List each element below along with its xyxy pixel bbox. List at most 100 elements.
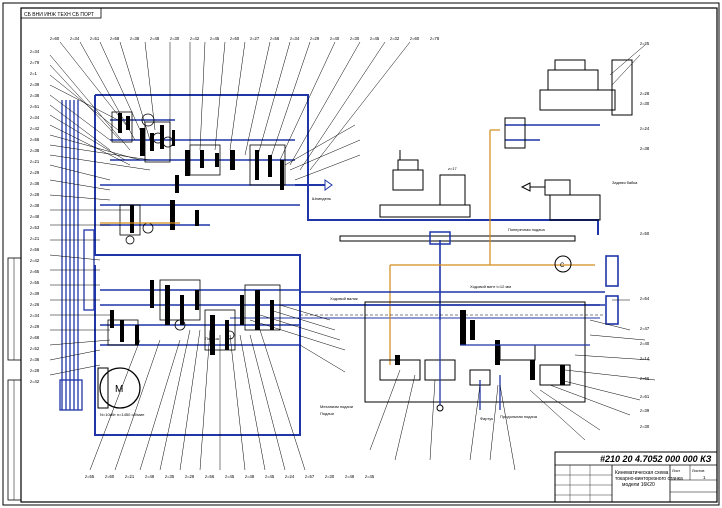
bottom_labels-label: z=57 (305, 474, 315, 479)
motor-symbol: М (115, 384, 123, 395)
top_labels-label: z=60 (410, 36, 420, 41)
feed-rod-label: Ходовой валик (330, 296, 358, 301)
left_labels-label: z=34 (30, 313, 40, 318)
top_labels-label: z=40 (330, 36, 340, 41)
right_labels-label: z=64 (640, 296, 650, 301)
cross-feed-label: Поперечная подача (508, 227, 545, 232)
left_labels-label: z=51 (30, 104, 40, 109)
apron-label: Фартук (480, 416, 493, 421)
top-callout-labels: z=60 z=34 z=51 z=68 z=38 z=48 z=30 z=42 z=45 z=60… (50, 36, 440, 41)
left_labels-label: z=42 (30, 126, 40, 131)
spindle-output: Шпиндель (295, 179, 333, 201)
mechanism-feed-label-2: Подачи (320, 411, 334, 416)
top-stamp-text: СБ ВНИ ИНЖ ТЕХН СБ ПОРТ (24, 12, 94, 18)
left-strip-upper (7, 257, 22, 361)
apron-housing (364, 301, 586, 403)
bottom_labels-label: z=48 (345, 474, 355, 479)
bottom_labels-label: z=48 (145, 474, 155, 479)
tailstock-label: Задняя бабка (612, 180, 638, 185)
left_labels-label: z=42 (30, 379, 40, 384)
kinematic-diagram-sheet: СБ ВНИ ИНЖ ТЕХН СБ ПОРТ М N=10кВт n=1450… (2, 2, 720, 506)
right_labels-label: z=50 (640, 231, 650, 236)
sheets-label: Листов (692, 469, 704, 473)
spindle-label: Шпиндель (312, 196, 331, 201)
bottom_labels-label: z=60 (105, 474, 115, 479)
handwheel (436, 404, 444, 412)
right_labels-label: z=24 (640, 126, 650, 131)
right_labels-label: z=40 (640, 341, 650, 346)
left_labels-label: z=39 (30, 82, 40, 87)
left_labels-label: z=34 (30, 115, 40, 120)
left_labels-label: z=53 (30, 225, 40, 230)
cross-slide-rail (339, 235, 576, 242)
left_labels-label: z=28 (30, 368, 40, 373)
left_labels-label: z=65 (30, 269, 40, 274)
left_labels-label: z=29 (30, 170, 40, 175)
right-callout-labels: z=25 z=28 z=30 z=24 z=38 z=50 z=64 z=47 z=40 z=14… (640, 41, 650, 429)
tool-feed-label: Подача (205, 336, 220, 341)
lead-screw-feed-rod: Ходовой валик Ходовой винт t=12 мм (300, 284, 605, 316)
motor-c-label: C (560, 263, 565, 269)
top_labels-label: z=48 (150, 36, 160, 41)
top_labels-label: z=45 (210, 36, 220, 41)
left_labels-label: z=38 (30, 93, 40, 98)
left_labels-label: z=68 (30, 335, 40, 340)
top_labels-label: z=38 (130, 36, 140, 41)
right_labels-label: z=30 (640, 424, 650, 429)
left-strip-lower (7, 379, 22, 501)
right-change-gears: C (554, 255, 619, 325)
left_labels-label: z=38 (30, 203, 40, 208)
mechanism-feed-label: Механизм подачи (320, 404, 353, 409)
left_labels-label: z=38 (30, 181, 40, 186)
left_labels-label: z=39 (30, 291, 40, 296)
left_labels-label: z=29 (30, 324, 40, 329)
right_labels-label: z=61 (640, 394, 650, 399)
sheet-number: 1 (703, 475, 706, 480)
bottom_labels-label: z=45 (225, 474, 235, 479)
top_labels-label: z=42 (190, 36, 200, 41)
left_labels-label: z=36 (30, 357, 40, 362)
top_labels-label: z=45 (370, 36, 380, 41)
bottom_labels-label: z=48 (245, 474, 255, 479)
top_labels-label: z=29 (310, 36, 320, 41)
top_labels-label: z=32 (390, 36, 400, 41)
top_labels-label: z=60 (50, 36, 60, 41)
left_labels-label: z=79 (30, 60, 40, 65)
right_labels-label: z=25 (640, 41, 650, 46)
left_labels-label: z=26 (30, 302, 40, 307)
tailstock (520, 179, 601, 221)
left_labels-label: z=42 (30, 258, 40, 263)
bottom_labels-label: z=45 (365, 474, 375, 479)
tool-post-label: z=17 (448, 166, 458, 171)
left_labels-label: z=21 (30, 159, 40, 164)
top_labels-label: z=27 (250, 36, 260, 41)
sheet-label: Лист (672, 469, 681, 473)
left_labels-label: z=52 (30, 346, 40, 351)
top_labels-label: z=51 (90, 36, 100, 41)
right_labels-label: z=66 (640, 376, 650, 381)
left_labels-label: z=28 (30, 192, 40, 197)
title-block: #210 20 4.7052 000 000 КЗ Кинематическая… (554, 451, 718, 503)
top_labels-label: z=56 (270, 36, 280, 41)
bottom_labels-label: z=28 (185, 474, 195, 479)
bottom_labels-label: z=45 (265, 474, 275, 479)
bottom_labels-label: z=35 (165, 474, 175, 479)
right_labels-label: z=39 (640, 408, 650, 413)
top_labels-label: z=30 (170, 36, 180, 41)
doc-code: #210 20 4.7052 000 000 КЗ (600, 454, 712, 464)
left-callout-labels: z=34 z=79 z=1 z=39 z=38 z=51 z=34 z=42 z=56 z=38 z… (30, 49, 40, 384)
electric-motor: М N=10кВт n=1450 об/мин (97, 367, 144, 417)
title-line-3: модели 16К20 (622, 482, 655, 488)
top-right-shafts (505, 124, 600, 141)
top_labels-label: z=34 (290, 36, 300, 41)
tool-post (379, 150, 471, 218)
top_labels-label: z=34 (70, 36, 80, 41)
orange-shafts (100, 129, 595, 365)
bottom_labels-label: z=56 (205, 474, 215, 479)
right_labels-label: z=14 (640, 356, 650, 361)
right_labels-label: z=28 (640, 91, 650, 96)
headstock-gears (110, 113, 284, 355)
left_labels-label: z=38 (30, 148, 40, 153)
bottom_labels-label: z=55 (85, 474, 95, 479)
headstock-shafts (100, 119, 600, 346)
